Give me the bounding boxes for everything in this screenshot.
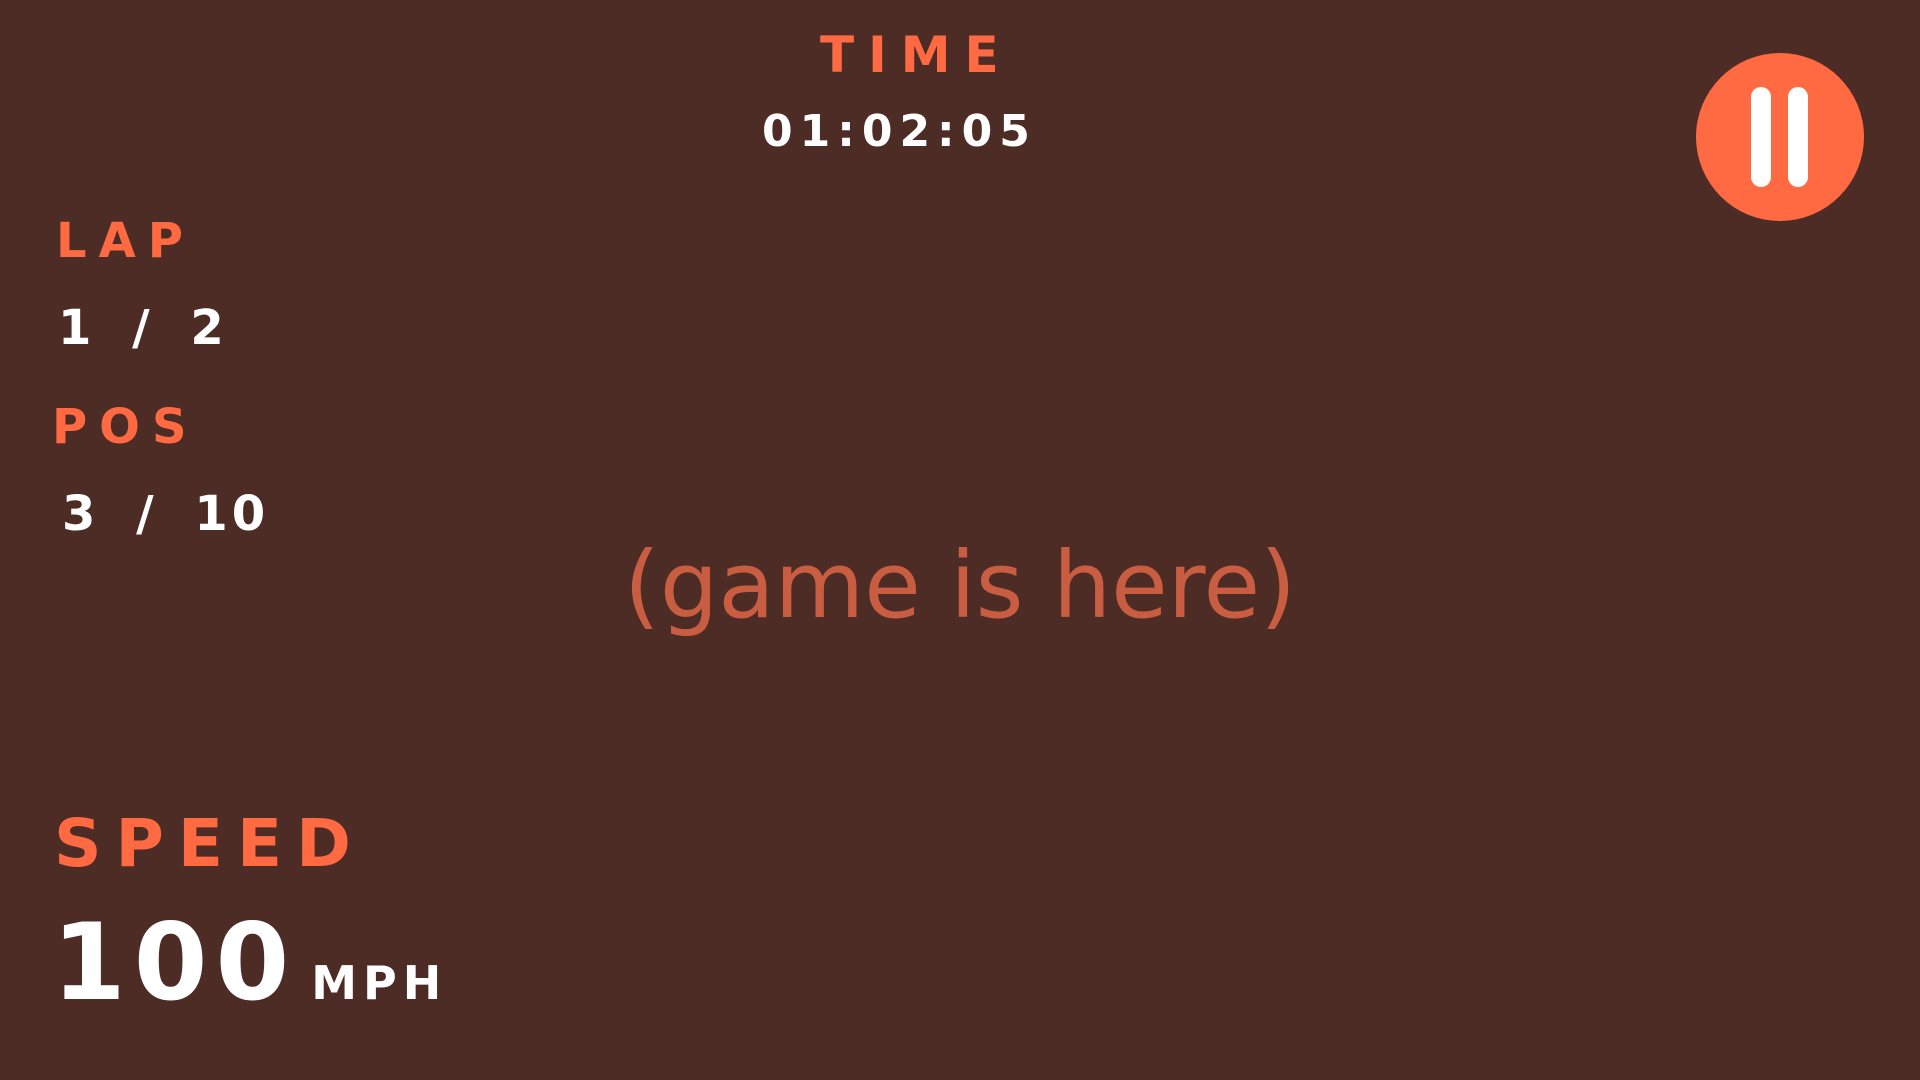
speed-value: 100	[52, 901, 298, 1024]
time-value: 01:02:05	[762, 106, 1037, 157]
speed-unit: MPH	[311, 956, 448, 1010]
pause-bar-left	[1751, 87, 1771, 187]
position-value: 3 / 10	[62, 486, 270, 542]
game-area-placeholder: (game is here)	[623, 532, 1297, 639]
lap-value: 1 / 2	[58, 300, 228, 356]
speed-readout: 100 MPH	[52, 910, 447, 1016]
lap-label: LAP	[56, 213, 195, 269]
speed-label: SPEED	[54, 805, 365, 882]
pause-bar-right	[1788, 87, 1808, 187]
position-label: POS	[52, 399, 199, 455]
time-label: TIME	[820, 26, 1013, 84]
pause-button[interactable]	[1696, 53, 1864, 221]
pause-icon	[1696, 53, 1864, 221]
